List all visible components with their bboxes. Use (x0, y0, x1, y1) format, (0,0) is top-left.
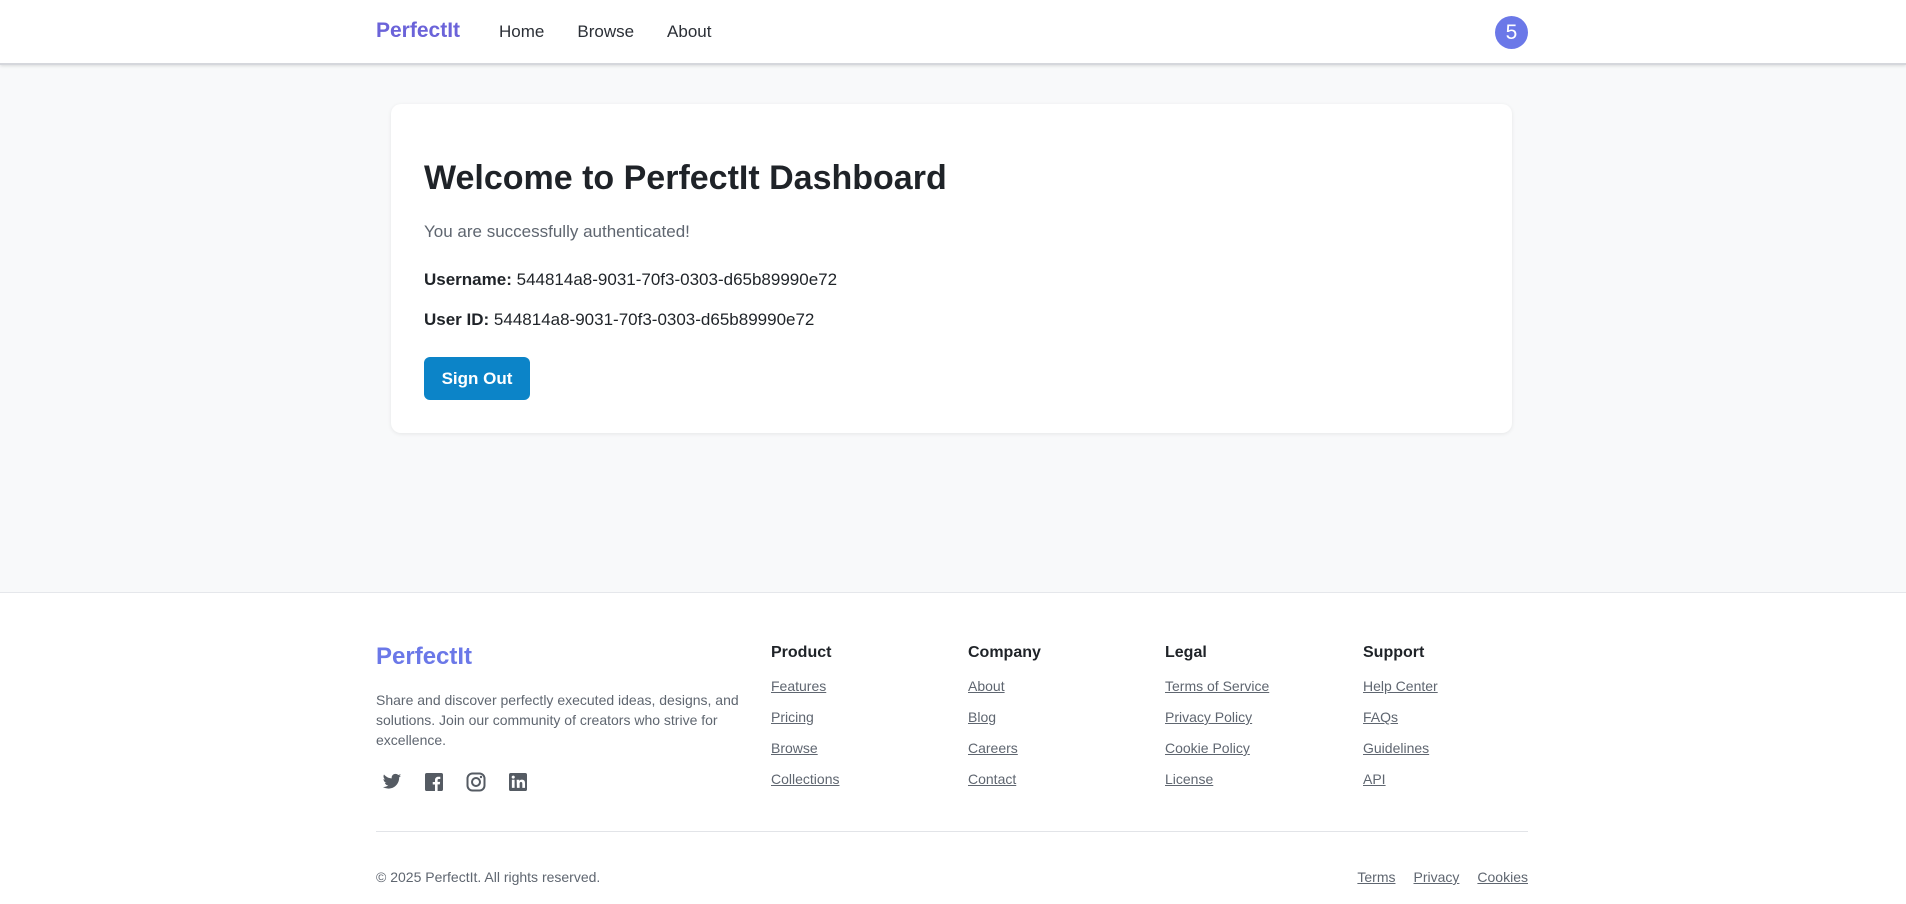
main-content: Welcome to PerfectIt Dashboard You are s… (0, 65, 1906, 592)
bottom-link-terms[interactable]: Terms (1357, 869, 1395, 885)
footer-link-help-center[interactable]: Help Center (1363, 678, 1438, 694)
userid-value: 544814a8-9031-70f3-0303-d65b89990e72 (493, 310, 815, 329)
footer-link-license[interactable]: License (1165, 771, 1269, 787)
footer-column-support: Support Help Center FAQs Guidelines API (1363, 644, 1438, 802)
nav-about[interactable]: About (667, 22, 711, 42)
footer-link-cookie-policy[interactable]: Cookie Policy (1165, 740, 1269, 756)
linkedin-icon[interactable] (508, 772, 528, 792)
instagram-icon[interactable] (466, 772, 486, 792)
page-title: Welcome to PerfectIt Dashboard (424, 159, 947, 197)
footer-column-title: Legal (1165, 644, 1207, 661)
footer-link-about[interactable]: About (968, 678, 1041, 694)
footer-brand: PerfectIt (376, 643, 473, 670)
dashboard-card: Welcome to PerfectIt Dashboard You are s… (391, 104, 1512, 433)
username-label: Username: (424, 270, 517, 289)
bottom-legal-links: Terms Privacy Cookies (1339, 869, 1528, 885)
copyright-text: © 2025 PerfectIt. All rights reserved. (376, 869, 601, 885)
footer-column-title: Product (771, 644, 832, 661)
footer-link-api[interactable]: API (1363, 771, 1438, 787)
footer-link-collections[interactable]: Collections (771, 771, 839, 787)
footer-link-pricing[interactable]: Pricing (771, 709, 839, 725)
nav-home[interactable]: Home (499, 22, 544, 42)
site-footer: PerfectIt Share and discover perfectly e… (0, 592, 1906, 904)
footer-link-faqs[interactable]: FAQs (1363, 709, 1438, 725)
footer-link-guidelines[interactable]: Guidelines (1363, 740, 1438, 756)
bottom-link-cookies[interactable]: Cookies (1477, 869, 1528, 885)
footer-divider (376, 831, 1528, 832)
auth-status-text: You are successfully authenticated! (424, 222, 690, 241)
social-links (382, 772, 550, 792)
footer-link-features[interactable]: Features (771, 678, 839, 694)
footer-link-privacy-policy[interactable]: Privacy Policy (1165, 709, 1269, 725)
user-avatar[interactable]: 5 (1495, 16, 1528, 49)
username-value: 544814a8-9031-70f3-0303-d65b89990e72 (516, 270, 838, 289)
footer-link-contact[interactable]: Contact (968, 771, 1041, 787)
footer-column-product: Product Features Pricing Browse Collecti… (771, 644, 839, 802)
top-navbar: PerfectIt Home Browse About 5 (0, 0, 1906, 65)
footer-column-title: Company (968, 644, 1041, 661)
userid-row: User ID: 544814a8-9031-70f3-0303-d65b899… (424, 310, 814, 330)
bottom-link-privacy[interactable]: Privacy (1414, 869, 1460, 885)
username-row: Username: 544814a8-9031-70f3-0303-d65b89… (424, 270, 837, 290)
footer-link-careers[interactable]: Careers (968, 740, 1041, 756)
brand-logo[interactable]: PerfectIt (376, 19, 460, 43)
footer-description: Share and discover perfectly executed id… (376, 692, 739, 748)
footer-link-browse[interactable]: Browse (771, 740, 839, 756)
main-nav: Home Browse About (499, 22, 744, 42)
twitter-icon[interactable] (382, 772, 402, 792)
sign-out-button[interactable]: Sign Out (424, 357, 530, 400)
userid-label: User ID: (424, 310, 494, 329)
footer-column-legal: Legal Terms of Service Privacy Policy Co… (1165, 644, 1269, 802)
footer-column-title: Support (1363, 644, 1425, 661)
nav-browse[interactable]: Browse (577, 22, 634, 42)
footer-link-blog[interactable]: Blog (968, 709, 1041, 725)
facebook-icon[interactable] (424, 772, 444, 792)
footer-column-company: Company About Blog Careers Contact (968, 644, 1041, 802)
footer-link-terms-of-service[interactable]: Terms of Service (1165, 678, 1269, 694)
